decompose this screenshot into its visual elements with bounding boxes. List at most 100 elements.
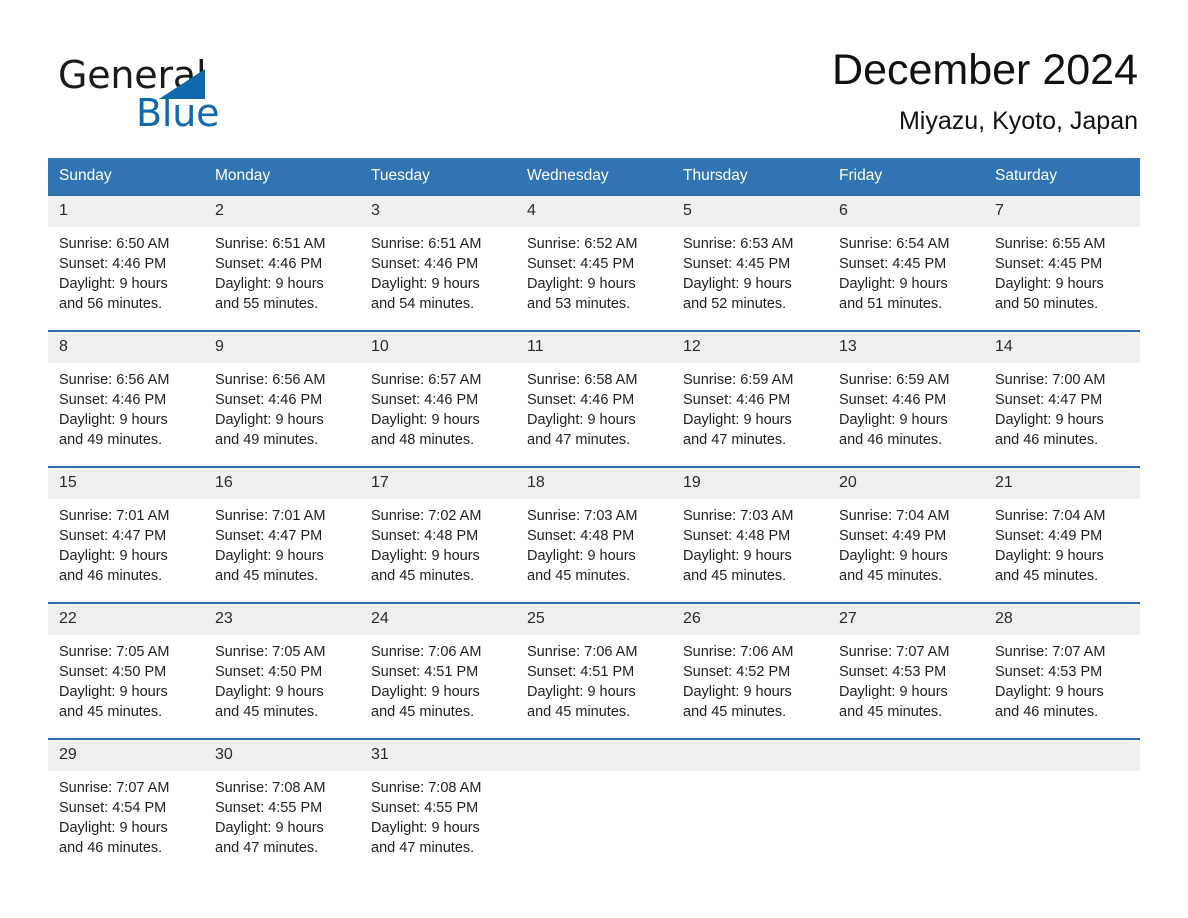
general-blue-logo[interactable]: General Blue — [58, 54, 348, 138]
day-cell[interactable]: 4 Sunrise: 6:52 AM Sunset: 4:45 PM Dayli… — [516, 194, 672, 313]
day-cell[interactable]: 28 Sunrise: 7:07 AM Sunset: 4:53 PM Dayl… — [984, 602, 1140, 722]
sunset-text: Sunset: 4:45 PM — [527, 256, 635, 272]
weekday-header-thursday: Thursday — [672, 158, 828, 195]
sunset-text: Sunset: 4:54 PM — [59, 800, 167, 816]
day-number: 12 — [672, 332, 828, 363]
day-info: Sunrise: 6:51 AM Sunset: 4:46 PM Dayligh… — [204, 227, 360, 314]
day-cell[interactable]: 18 Sunrise: 7:03 AM Sunset: 4:48 PM Dayl… — [516, 466, 672, 585]
day-cell[interactable]: 27 Sunrise: 7:07 AM Sunset: 4:53 PM Dayl… — [828, 602, 984, 721]
daylight-text-line1: Daylight: 9 hours — [59, 548, 168, 564]
day-cell[interactable]: 6 Sunrise: 6:54 AM Sunset: 4:45 PM Dayli… — [828, 194, 984, 314]
week-row: 15 Sunrise: 7:01 AM Sunset: 4:47 PM Dayl… — [48, 466, 1140, 586]
daylight-text-line2: and 48 minutes. — [371, 432, 475, 448]
sunrise-text: Sunrise: 7:08 AM — [215, 780, 326, 796]
day-cell[interactable]: 11 Sunrise: 6:58 AM Sunset: 4:46 PM Dayl… — [516, 330, 672, 449]
daylight-text-line2: and 45 minutes. — [59, 704, 163, 720]
daylight-text-line1: Daylight: 9 hours — [683, 684, 792, 700]
day-number: 9 — [204, 332, 360, 363]
sunrise-text: Sunrise: 6:59 AM — [839, 372, 950, 388]
day-info: Sunrise: 6:53 AM Sunset: 4:45 PM Dayligh… — [672, 227, 828, 314]
day-cell[interactable]: 31 Sunrise: 7:08 AM Sunset: 4:55 PM Dayl… — [360, 738, 516, 858]
day-cell[interactable]: 29 Sunrise: 7:07 AM Sunset: 4:54 PM Dayl… — [48, 738, 204, 857]
day-cell[interactable]: 9 Sunrise: 6:56 AM Sunset: 4:46 PM Dayli… — [204, 330, 360, 449]
daylight-text-line2: and 45 minutes. — [683, 568, 787, 584]
sunrise-text: Sunrise: 6:56 AM — [215, 372, 326, 388]
day-info: Sunrise: 7:08 AM Sunset: 4:55 PM Dayligh… — [360, 771, 516, 858]
day-cell[interactable]: 26 Sunrise: 7:06 AM Sunset: 4:52 PM Dayl… — [672, 602, 828, 722]
daylight-text-line1: Daylight: 9 hours — [215, 684, 324, 700]
sunset-text: Sunset: 4:46 PM — [215, 256, 323, 272]
sunset-text: Sunset: 4:45 PM — [683, 256, 791, 272]
day-info: Sunrise: 6:54 AM Sunset: 4:45 PM Dayligh… — [828, 227, 984, 314]
daylight-text-line1: Daylight: 9 hours — [59, 276, 168, 292]
day-number: 16 — [204, 468, 360, 499]
day-info: Sunrise: 7:06 AM Sunset: 4:51 PM Dayligh… — [360, 635, 516, 722]
day-number: 21 — [984, 468, 1140, 499]
sunset-text: Sunset: 4:50 PM — [59, 664, 167, 680]
day-info: Sunrise: 7:02 AM Sunset: 4:48 PM Dayligh… — [360, 499, 516, 586]
day-number: 5 — [672, 196, 828, 227]
day-number — [828, 740, 984, 771]
day-cell[interactable]: 15 Sunrise: 7:01 AM Sunset: 4:47 PM Dayl… — [48, 466, 204, 585]
sunset-text: Sunset: 4:46 PM — [371, 392, 479, 408]
day-cell[interactable]: 25 Sunrise: 7:06 AM Sunset: 4:51 PM Dayl… — [516, 602, 672, 721]
daylight-text-line1: Daylight: 9 hours — [839, 548, 948, 564]
day-number: 25 — [516, 604, 672, 635]
daylight-text-line2: and 45 minutes. — [683, 704, 787, 720]
day-cell[interactable]: 10 Sunrise: 6:57 AM Sunset: 4:46 PM Dayl… — [360, 330, 516, 449]
day-cell[interactable]: 7 Sunrise: 6:55 AM Sunset: 4:45 PM Dayli… — [984, 194, 1140, 313]
sunset-text: Sunset: 4:46 PM — [59, 256, 167, 272]
page-header: General Blue December 2024 Miyazu, Kyoto… — [48, 44, 1138, 144]
daylight-text-line1: Daylight: 9 hours — [371, 548, 480, 564]
daylight-text-line2: and 45 minutes. — [839, 568, 943, 584]
day-cell[interactable]: 30 Sunrise: 7:08 AM Sunset: 4:55 PM Dayl… — [204, 738, 360, 857]
day-cell[interactable]: 16 Sunrise: 7:01 AM Sunset: 4:47 PM Dayl… — [204, 466, 360, 585]
day-info: Sunrise: 7:04 AM Sunset: 4:49 PM Dayligh… — [828, 499, 984, 586]
daylight-text-line1: Daylight: 9 hours — [527, 548, 636, 564]
daylight-text-line1: Daylight: 9 hours — [839, 684, 948, 700]
day-cell[interactable]: 24 Sunrise: 7:06 AM Sunset: 4:51 PM Dayl… — [360, 602, 516, 722]
day-info: Sunrise: 6:50 AM Sunset: 4:46 PM Dayligh… — [48, 227, 204, 314]
sunset-text: Sunset: 4:47 PM — [215, 528, 323, 544]
day-cell[interactable]: 1 Sunrise: 6:50 AM Sunset: 4:46 PM Dayli… — [48, 194, 204, 314]
day-cell[interactable]: 14 Sunrise: 7:00 AM Sunset: 4:47 PM Dayl… — [984, 330, 1140, 449]
day-cell[interactable]: 13 Sunrise: 6:59 AM Sunset: 4:46 PM Dayl… — [828, 330, 984, 449]
day-number: 8 — [48, 332, 204, 363]
daylight-text-line2: and 46 minutes. — [59, 840, 163, 856]
daylight-text-line2: and 50 minutes. — [995, 296, 1099, 312]
sunrise-text: Sunrise: 7:06 AM — [683, 644, 794, 660]
calendar-body: 1 Sunrise: 6:50 AM Sunset: 4:46 PM Dayli… — [48, 194, 1140, 858]
day-cell[interactable]: 17 Sunrise: 7:02 AM Sunset: 4:48 PM Dayl… — [360, 466, 516, 586]
day-info: Sunrise: 7:07 AM Sunset: 4:53 PM Dayligh… — [984, 635, 1140, 722]
day-number: 6 — [828, 196, 984, 227]
daylight-text-line1: Daylight: 9 hours — [371, 820, 480, 836]
day-number: 7 — [984, 196, 1140, 227]
sunset-text: Sunset: 4:51 PM — [527, 664, 635, 680]
week-row: 1 Sunrise: 6:50 AM Sunset: 4:46 PM Dayli… — [48, 194, 1140, 314]
day-cell[interactable]: 22 Sunrise: 7:05 AM Sunset: 4:50 PM Dayl… — [48, 602, 204, 721]
day-info: Sunrise: 7:05 AM Sunset: 4:50 PM Dayligh… — [204, 635, 360, 722]
day-cell[interactable]: 2 Sunrise: 6:51 AM Sunset: 4:46 PM Dayli… — [204, 194, 360, 314]
daylight-text-line2: and 53 minutes. — [527, 296, 631, 312]
day-cell[interactable]: 19 Sunrise: 7:03 AM Sunset: 4:48 PM Dayl… — [672, 466, 828, 586]
weekday-header-wednesday: Wednesday — [516, 158, 672, 195]
day-cell[interactable]: 5 Sunrise: 6:53 AM Sunset: 4:45 PM Dayli… — [672, 194, 828, 314]
day-number: 17 — [360, 468, 516, 499]
sunset-text: Sunset: 4:45 PM — [839, 256, 947, 272]
sunrise-text: Sunrise: 7:01 AM — [215, 508, 326, 524]
day-info: Sunrise: 7:06 AM Sunset: 4:52 PM Dayligh… — [672, 635, 828, 722]
day-info: Sunrise: 7:04 AM Sunset: 4:49 PM Dayligh… — [984, 499, 1140, 586]
sunrise-text: Sunrise: 7:03 AM — [527, 508, 638, 524]
day-cell[interactable]: 12 Sunrise: 6:59 AM Sunset: 4:46 PM Dayl… — [672, 330, 828, 450]
day-cell[interactable]: 23 Sunrise: 7:05 AM Sunset: 4:50 PM Dayl… — [204, 602, 360, 722]
day-info: Sunrise: 6:59 AM Sunset: 4:46 PM Dayligh… — [672, 363, 828, 450]
day-cell[interactable]: 3 Sunrise: 6:51 AM Sunset: 4:46 PM Dayli… — [360, 194, 516, 313]
day-number: 14 — [984, 332, 1140, 363]
sunset-text: Sunset: 4:50 PM — [215, 664, 323, 680]
sunrise-text: Sunrise: 6:59 AM — [683, 372, 794, 388]
day-info: Sunrise: 7:03 AM Sunset: 4:48 PM Dayligh… — [672, 499, 828, 586]
day-cell[interactable]: 8 Sunrise: 6:56 AM Sunset: 4:46 PM Dayli… — [48, 330, 204, 449]
day-cell[interactable]: 20 Sunrise: 7:04 AM Sunset: 4:49 PM Dayl… — [828, 466, 984, 586]
day-cell[interactable]: 21 Sunrise: 7:04 AM Sunset: 4:49 PM Dayl… — [984, 466, 1140, 586]
daylight-text-line2: and 45 minutes. — [215, 568, 319, 584]
